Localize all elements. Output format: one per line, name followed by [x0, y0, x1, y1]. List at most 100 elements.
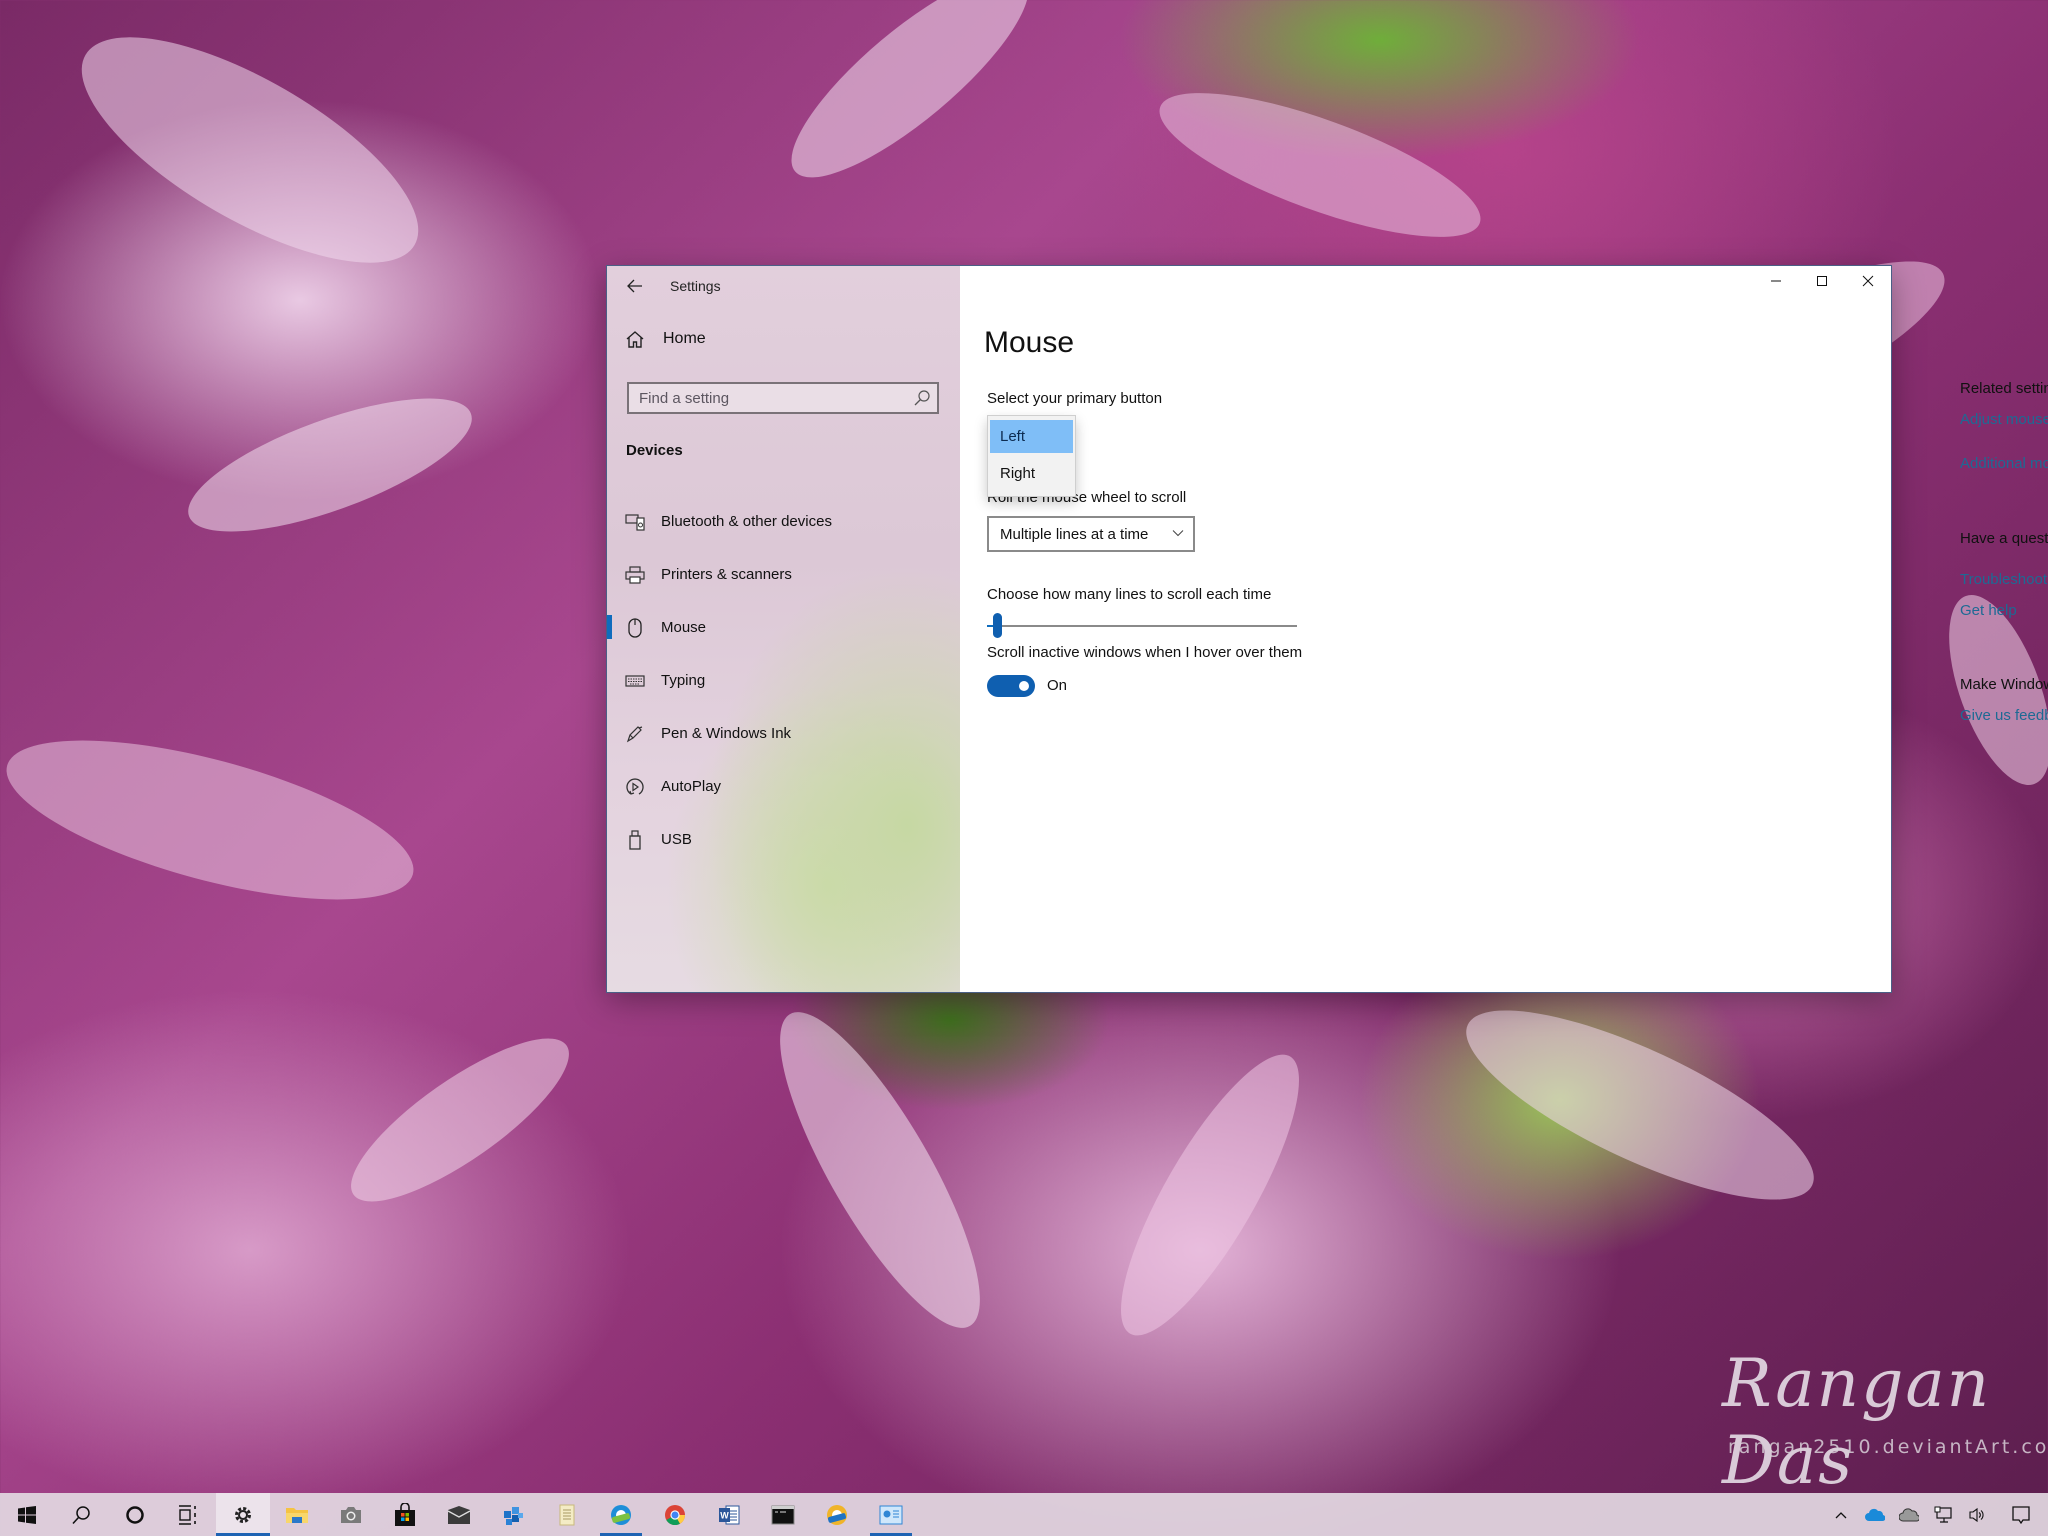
- taskbar-chrome[interactable]: [648, 1493, 702, 1536]
- start-button[interactable]: [0, 1493, 54, 1536]
- chevron-down-icon: [1172, 530, 1184, 537]
- sidebar-item-pen[interactable]: Pen & Windows Ink: [607, 707, 960, 760]
- sidebar-item-label: Mouse: [661, 619, 707, 636]
- home-label: Home: [663, 330, 706, 347]
- taskbar-camera[interactable]: [324, 1493, 378, 1536]
- volume-icon: [1969, 1507, 1984, 1522]
- tray-action-center[interactable]: [1994, 1493, 2048, 1536]
- tray-onedrive[interactable]: [1858, 1493, 1892, 1536]
- printer-icon: [624, 564, 646, 586]
- window-title: Settings: [670, 278, 721, 294]
- sidebar-item-autoplay[interactable]: AutoPlay: [607, 760, 960, 813]
- related-settings-heading: Related settings: [1960, 380, 2048, 397]
- taskbar-edge-canary[interactable]: [810, 1493, 864, 1536]
- word-icon: W: [719, 1505, 740, 1524]
- window-controls: [1753, 266, 1891, 296]
- edge-dev-icon: [611, 1504, 631, 1525]
- cortana-icon: [126, 1505, 144, 1524]
- search-icon: [72, 1505, 90, 1524]
- link-get-help[interactable]: Get help: [1960, 602, 2017, 619]
- svg-text:W: W: [720, 1510, 729, 1520]
- home-icon: [626, 331, 644, 348]
- link-give-feedback[interactable]: Give us feedback: [1960, 707, 2048, 724]
- inactive-scroll-label: Scroll inactive windows when I hover ove…: [987, 644, 1303, 661]
- network-icon: [1934, 1506, 1952, 1523]
- link-additional-mouse-options[interactable]: Additional mouse options: [1960, 455, 2048, 472]
- mail-icon: [447, 1505, 471, 1524]
- sidebar-item-label: Typing: [661, 672, 706, 689]
- question-heading: Have a question?: [1960, 530, 2048, 547]
- taskbar-edge-dev[interactable]: [594, 1493, 648, 1536]
- slider-thumb[interactable]: [993, 613, 1002, 638]
- minimize-icon: [1771, 280, 1781, 282]
- taskbar: W: [0, 1493, 2048, 1536]
- onedrive-personal-icon: [1899, 1507, 1919, 1522]
- scroll-lines-slider[interactable]: [987, 613, 1297, 639]
- dropdown-option-right[interactable]: Right: [990, 457, 1073, 490]
- taskbar-remote-app[interactable]: [864, 1493, 918, 1536]
- chrome-icon: [665, 1504, 686, 1525]
- dropdown-option-left[interactable]: Left: [990, 420, 1073, 453]
- taskbar-app-cube[interactable]: [486, 1493, 540, 1536]
- search-input[interactable]: [639, 384, 909, 412]
- taskbar-file-explorer[interactable]: [270, 1493, 324, 1536]
- primary-button-label: Select your primary button: [987, 390, 1163, 407]
- close-button[interactable]: [1845, 266, 1891, 296]
- main-content: Mouse Select your primary button Left Ri…: [960, 266, 2048, 992]
- taskbar-settings[interactable]: [216, 1493, 270, 1536]
- tray-volume[interactable]: [1960, 1493, 1994, 1536]
- usb-icon: [624, 829, 646, 851]
- store-icon: [395, 1502, 415, 1526]
- link-troubleshoot-mouse[interactable]: Troubleshoot my mouse: [1960, 571, 2048, 588]
- bluetooth-devices-icon: [624, 511, 646, 533]
- file-explorer-icon: [286, 1507, 308, 1523]
- taskbar-notepad[interactable]: [540, 1493, 594, 1536]
- back-button[interactable]: [623, 274, 647, 298]
- mouse-icon: [624, 617, 646, 639]
- search-icon[interactable]: [913, 389, 931, 412]
- slider-track: [987, 625, 1297, 627]
- link-adjust-mouse-cursor-size[interactable]: Adjust mouse & cursor size: [1960, 411, 2048, 428]
- pen-icon: [624, 723, 646, 745]
- tray-onedrive-personal[interactable]: [1892, 1493, 1926, 1536]
- search-box[interactable]: [627, 382, 939, 414]
- make-windows-better-heading: Make Windows better: [1960, 676, 2048, 693]
- taskbar-store[interactable]: [378, 1493, 432, 1536]
- onedrive-icon: [1865, 1508, 1885, 1521]
- taskbar-terminal[interactable]: [756, 1493, 810, 1536]
- minimize-button[interactable]: [1753, 266, 1799, 296]
- wallpaper-signature: Rangan Das: [1722, 1345, 1992, 1499]
- wheel-scroll-select[interactable]: Multiple lines at a time: [987, 516, 1195, 552]
- terminal-icon: [771, 1505, 795, 1524]
- tray-network[interactable]: [1926, 1493, 1960, 1536]
- camera-icon: [341, 1506, 361, 1523]
- sidebar-home[interactable]: Home: [625, 330, 706, 348]
- toggle-knob: [1019, 681, 1029, 691]
- close-icon: [1862, 275, 1874, 287]
- sidebar-item-mouse[interactable]: Mouse: [607, 601, 960, 654]
- primary-button-dropdown[interactable]: Left Right: [987, 415, 1076, 497]
- back-arrow-icon: [627, 279, 642, 293]
- sidebar-item-usb[interactable]: USB: [607, 813, 960, 866]
- sidebar: Settings Home Devices Bluetooth & other …: [607, 266, 960, 992]
- wallpaper-url: rangan2510.deviantArt.com: [1728, 1436, 2048, 1458]
- sidebar-item-printers[interactable]: Printers & scanners: [607, 548, 960, 601]
- sidebar-item-label: USB: [661, 831, 692, 848]
- sidebar-item-label: AutoPlay: [661, 778, 722, 795]
- sidebar-item-label: Bluetooth & other devices: [661, 513, 832, 530]
- sidebar-item-typing[interactable]: Typing: [607, 654, 960, 707]
- maximize-button[interactable]: [1799, 266, 1845, 296]
- windows-start-icon: [18, 1505, 36, 1524]
- page-title: Mouse: [984, 326, 1075, 359]
- sidebar-nav: Bluetooth & other devices Printers & sca…: [607, 495, 960, 866]
- task-view-icon: [179, 1504, 196, 1525]
- taskbar-mail[interactable]: [432, 1493, 486, 1536]
- cortana-button[interactable]: [108, 1493, 162, 1536]
- taskbar-search[interactable]: [54, 1493, 108, 1536]
- sidebar-item-bluetooth[interactable]: Bluetooth & other devices: [607, 495, 960, 548]
- taskbar-word[interactable]: W: [702, 1493, 756, 1536]
- scroll-lines-label: Choose how many lines to scroll each tim…: [987, 586, 1272, 603]
- inactive-scroll-toggle[interactable]: [987, 675, 1035, 697]
- task-view-button[interactable]: [162, 1493, 216, 1536]
- show-hidden-icons[interactable]: [1824, 1493, 1858, 1536]
